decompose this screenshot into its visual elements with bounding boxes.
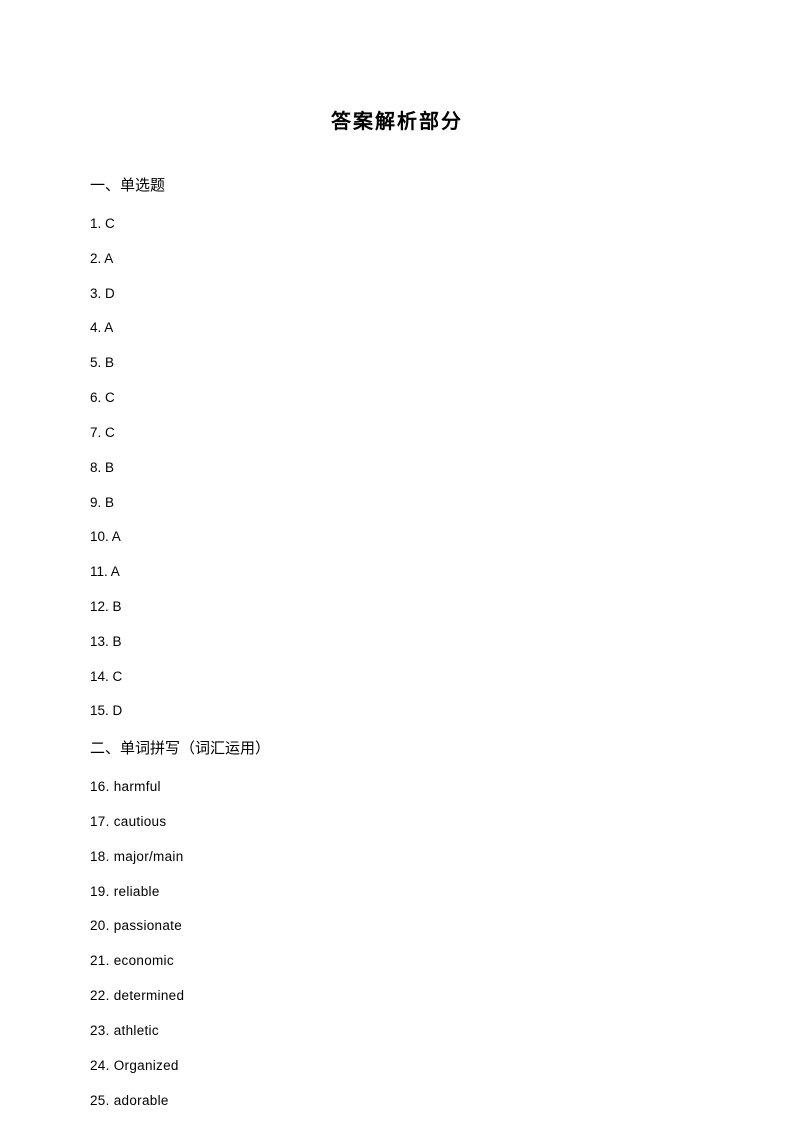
answer-text: determined [114, 988, 185, 1003]
answer-num: 4 [90, 320, 98, 335]
answer-text: reliable [114, 884, 160, 899]
section-2: 二、单词拼写（词汇运用） 16. harmful 17. cautious 18… [90, 737, 704, 1110]
answer-num: 6 [90, 390, 98, 405]
answer-text: C [105, 390, 115, 405]
answer-item: 11. A [90, 563, 704, 581]
answer-text: C [105, 425, 115, 440]
answer-num: 21 [90, 953, 106, 968]
answer-item: 25. adorable [90, 1092, 704, 1110]
answer-num: 9 [90, 495, 98, 510]
answer-item: 20. passionate [90, 917, 704, 935]
answer-num: 22 [90, 988, 106, 1003]
answer-num: 5 [90, 355, 98, 370]
answer-text: adorable [114, 1093, 169, 1108]
answer-text: Organized [114, 1058, 179, 1073]
answer-text: B [105, 495, 114, 510]
answer-text: B [105, 460, 114, 475]
answer-item: 22. determined [90, 987, 704, 1005]
answer-text: A [111, 564, 120, 579]
answer-item: 14. C [90, 668, 704, 686]
answer-text: B [113, 634, 122, 649]
answer-text: A [104, 320, 113, 335]
answer-text: major/main [114, 849, 184, 864]
answer-item: 1. C [90, 215, 704, 233]
answer-item: 19. reliable [90, 883, 704, 901]
answer-item: 7. C [90, 424, 704, 442]
answer-text: B [113, 599, 122, 614]
answer-item: 2. A [90, 250, 704, 268]
answer-item: 16. harmful [90, 778, 704, 796]
answer-num: 14 [90, 669, 105, 684]
answer-item: 21. economic [90, 952, 704, 970]
answer-num: 25 [90, 1093, 106, 1108]
page-title: 答案解析部分 [90, 105, 704, 134]
answer-num: 19 [90, 884, 106, 899]
answer-item: 23. athletic [90, 1022, 704, 1040]
answer-num: 16 [90, 779, 106, 794]
answer-item: 10. A [90, 528, 704, 546]
answer-num: 7 [90, 425, 98, 440]
answer-text: economic [114, 953, 174, 968]
answer-num: 24 [90, 1058, 106, 1073]
answer-item: 24. Organized [90, 1057, 704, 1075]
answer-text: A [112, 529, 121, 544]
answer-num: 12 [90, 599, 105, 614]
answer-text: passionate [114, 918, 182, 933]
answer-text: D [105, 286, 115, 301]
answer-num: 13 [90, 634, 105, 649]
answer-item: 4. A [90, 319, 704, 337]
answer-num: 20 [90, 918, 106, 933]
answer-num: 2 [90, 251, 98, 266]
answer-num: 23 [90, 1023, 106, 1038]
answer-num: 10 [90, 529, 105, 544]
answer-item: 13. B [90, 633, 704, 651]
answer-item: 17. cautious [90, 813, 704, 831]
answer-item: 3. D [90, 285, 704, 303]
section-1: 一、单选题 1. C 2. A 3. D 4. A 5. B 6. C 7. C… [90, 174, 704, 721]
section-heading-2: 二、单词拼写（词汇运用） [90, 737, 704, 758]
answer-item: 15. D [90, 702, 704, 720]
answer-num: 1 [90, 216, 98, 231]
answer-text: harmful [114, 779, 161, 794]
answer-num: 15 [90, 703, 105, 718]
answer-item: 12. B [90, 598, 704, 616]
answer-num: 8 [90, 460, 98, 475]
answer-text: C [105, 216, 115, 231]
answer-num: 11 [90, 564, 104, 579]
answer-text: athletic [114, 1023, 159, 1038]
answer-num: 17 [90, 814, 106, 829]
answer-item: 9. B [90, 494, 704, 512]
answer-item: 6. C [90, 389, 704, 407]
answer-num: 3 [90, 286, 98, 301]
answer-item: 5. B [90, 354, 704, 372]
answer-text: C [113, 669, 123, 684]
answer-item: 8. B [90, 459, 704, 477]
answer-text: B [105, 355, 114, 370]
answer-num: 18 [90, 849, 106, 864]
section-heading-1: 一、单选题 [90, 174, 704, 195]
answer-text: cautious [114, 814, 167, 829]
answer-text: A [104, 251, 113, 266]
answer-item: 18. major/main [90, 848, 704, 866]
answer-text: D [113, 703, 123, 718]
